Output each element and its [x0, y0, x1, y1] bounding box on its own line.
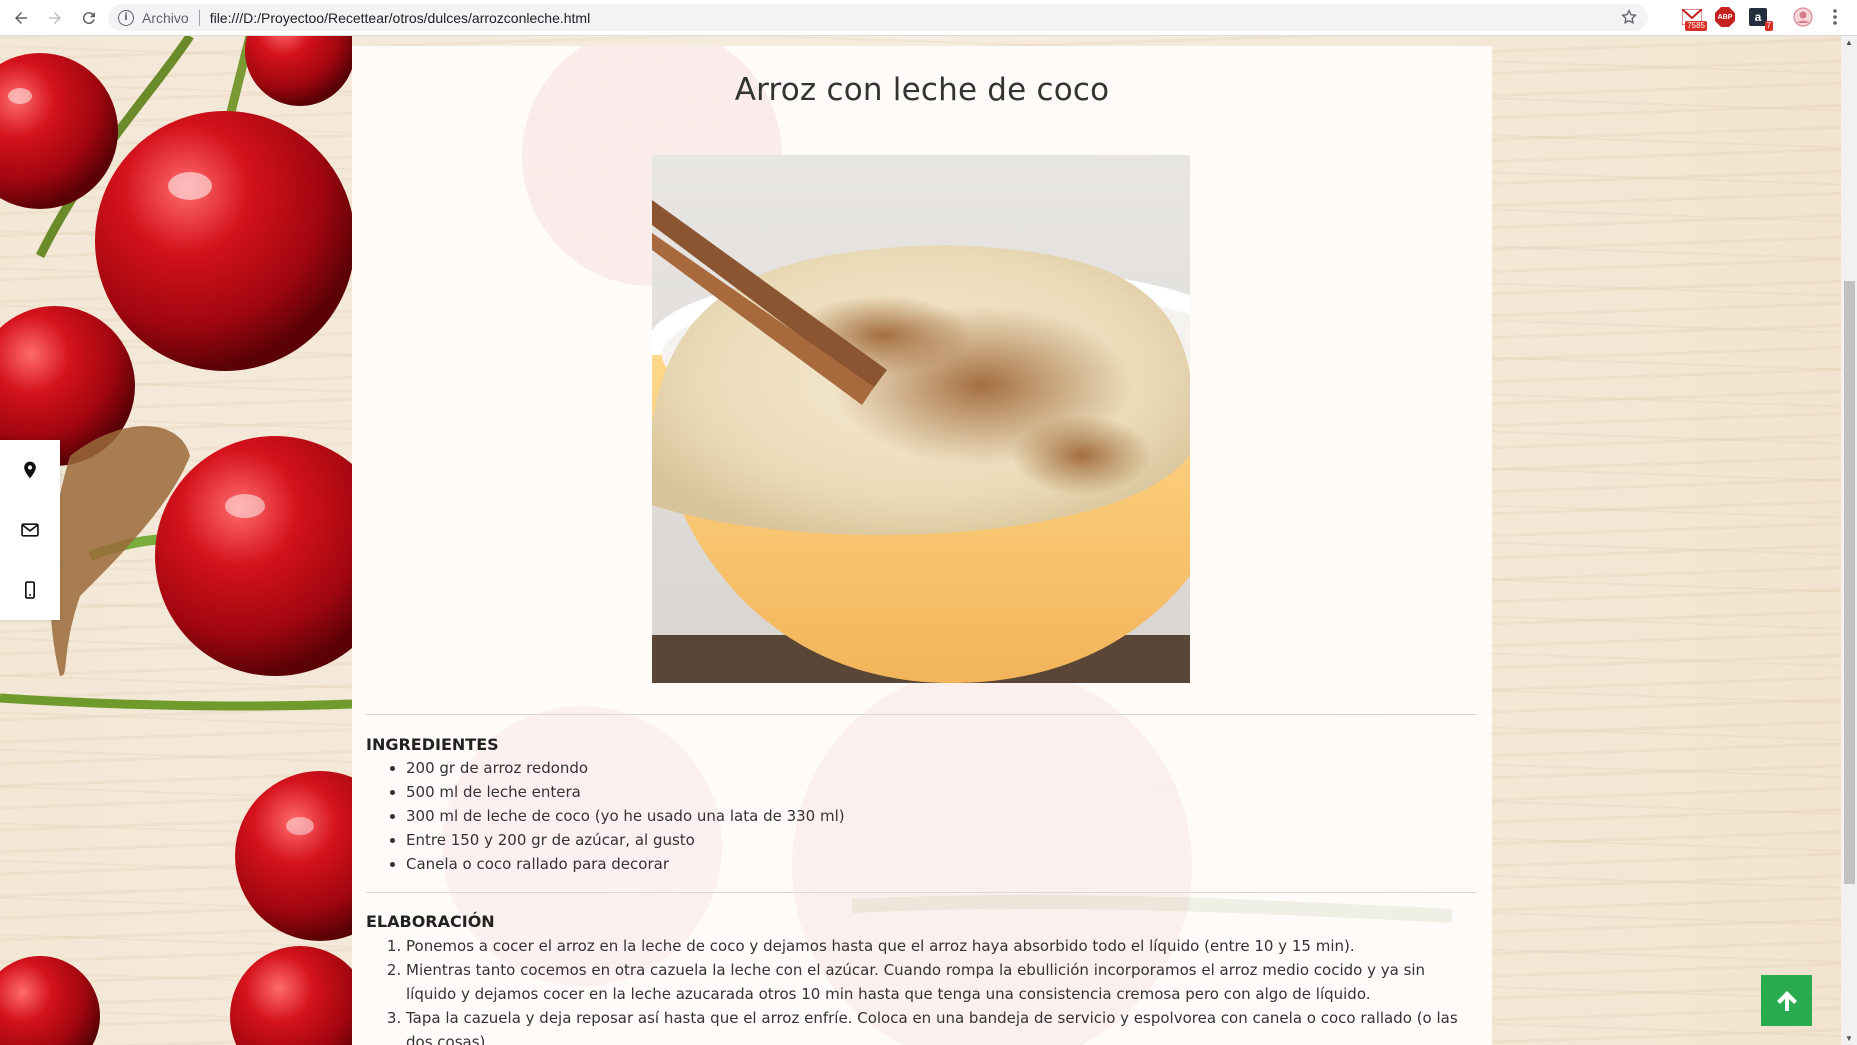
arrow-left-icon	[15, 11, 27, 24]
avatar-icon	[1793, 7, 1813, 27]
list-item: 500 ml de leche entera	[406, 780, 845, 804]
step-item: Mientras tanto cocemos en otra cazuela l…	[406, 958, 1466, 1006]
url-text[interactable]: file:///D:/Proyectoo/Recettear/otros/dul…	[210, 10, 591, 26]
step-item: Tapa la cazuela y deja reposar así hasta…	[406, 1006, 1466, 1045]
kebab-icon	[1833, 9, 1837, 25]
mobile-phone-icon	[25, 581, 35, 599]
scroll-up-arrow-icon[interactable]: ▲	[1844, 38, 1854, 47]
address-bar[interactable]: i Archivo file:///D:/Proyectoo/Recettear…	[108, 4, 1648, 31]
star-icon[interactable]	[1620, 8, 1638, 29]
arrow-right-icon	[49, 11, 61, 24]
adblock-extension[interactable]: ABP	[1714, 6, 1736, 28]
gmail-extension[interactable]: 7585	[1681, 6, 1707, 31]
amazon-extension[interactable]: a 7	[1747, 6, 1773, 31]
divider-middle	[366, 892, 1477, 893]
info-icon[interactable]: i	[118, 9, 134, 26]
browser-menu[interactable]	[1824, 6, 1846, 28]
divider-top	[366, 714, 1477, 715]
email-button[interactable]	[0, 500, 60, 560]
arrow-up-icon	[1776, 990, 1797, 1011]
scrollbar-thumb[interactable]	[1844, 281, 1855, 884]
location-button[interactable]	[0, 440, 60, 500]
envelope-icon	[21, 523, 39, 537]
svg-text:a: a	[1755, 10, 1762, 24]
profile-avatar[interactable]	[1792, 6, 1814, 28]
adblock-label: ABP	[1717, 13, 1733, 21]
scroll-down-arrow-icon[interactable]: ▼	[1844, 1034, 1854, 1043]
ingredients-heading: INGREDIENTES	[366, 735, 499, 754]
contact-sidebar	[0, 440, 60, 620]
omnibox-separator	[198, 9, 200, 26]
step-item: Ponemos a cocer el arroz en la leche de …	[406, 934, 1466, 958]
reload-icon	[82, 11, 95, 24]
gmail-badge: 7585	[1685, 21, 1707, 31]
back-to-top-button[interactable]	[1761, 975, 1812, 1026]
back-button[interactable]	[8, 5, 34, 31]
phone-button[interactable]	[0, 560, 60, 620]
recipe-title: Arroz con leche de coco	[734, 72, 1110, 108]
forward-button[interactable]	[42, 5, 68, 31]
scheme-label: Archivo	[142, 9, 189, 26]
list-item: 300 ml de leche de coco (yo he usado una…	[406, 804, 845, 828]
browser-toolbar: i Archivo file:///D:/Proyectoo/Recettear…	[0, 0, 1857, 36]
list-item: Entre 150 y 200 gr de azúcar, al gusto	[406, 828, 845, 852]
reload-button[interactable]	[76, 5, 102, 31]
list-item: Canela o coco rallado para decorar	[406, 852, 845, 876]
page-scrollbar[interactable]: ▲ ▼	[1841, 36, 1857, 1045]
map-pin-icon	[24, 461, 36, 479]
amazon-badge: 7	[1764, 21, 1773, 31]
recipe-card: Arroz con leche de coco INGREDIENTES • 2…	[352, 46, 1492, 1045]
recipe-photo	[652, 155, 1190, 683]
ingredients-list: 200 gr de arroz redondo 500 ml de leche …	[406, 756, 845, 876]
list-item: 200 gr de arroz redondo	[406, 756, 845, 780]
steps-list: Ponemos a cocer el arroz en la leche de …	[406, 934, 1466, 1045]
steps-heading: ELABORACIÓN	[366, 912, 495, 931]
